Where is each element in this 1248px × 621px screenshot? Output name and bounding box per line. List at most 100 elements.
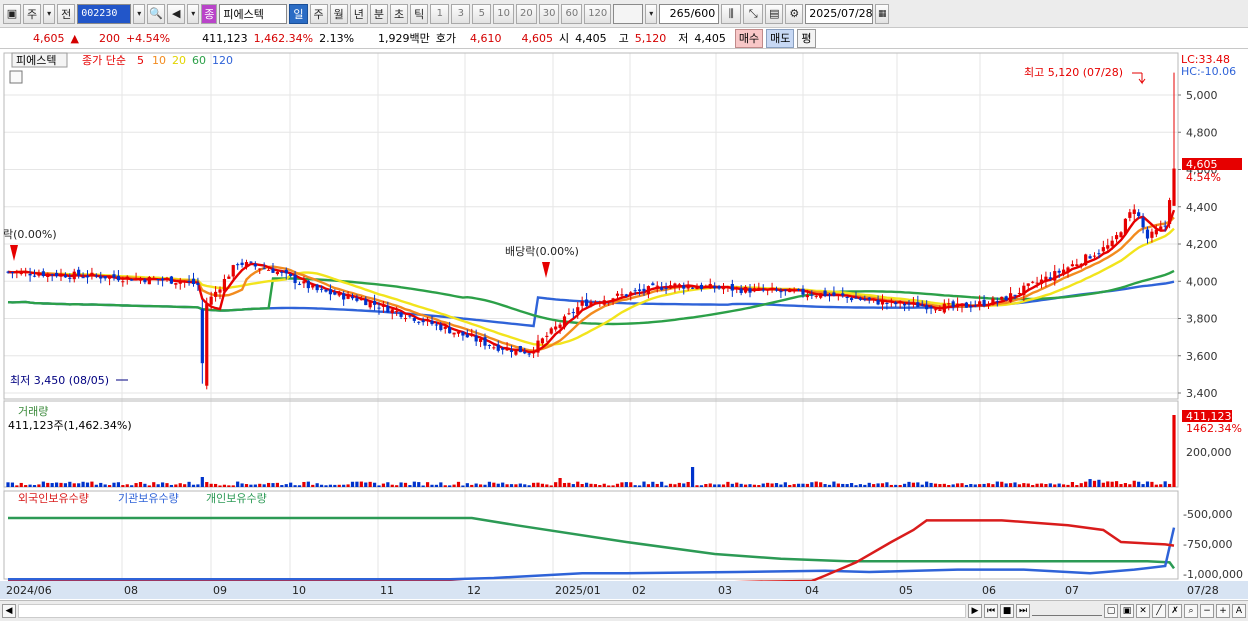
candle-body bbox=[964, 302, 969, 308]
plus-icon[interactable]: + bbox=[1216, 604, 1230, 618]
code-dropdown-icon[interactable]: ▾ bbox=[133, 3, 146, 24]
volume-bar bbox=[1026, 483, 1030, 487]
candle-body bbox=[783, 289, 787, 291]
volume-bar bbox=[191, 484, 196, 487]
count-input[interactable]: 265/600 bbox=[659, 3, 720, 24]
sell-button[interactable]: 매도 bbox=[766, 28, 795, 48]
period-minute[interactable]: 분 bbox=[369, 3, 388, 24]
gear-icon[interactable]: ⚙ bbox=[785, 3, 804, 24]
stock-name-field[interactable]: 피에스텍 bbox=[219, 3, 288, 24]
buy-button[interactable]: 매수 bbox=[734, 28, 764, 48]
candle-body bbox=[788, 288, 792, 293]
calendar-icon[interactable]: ▦ bbox=[875, 3, 890, 24]
speaker-icon[interactable]: ◀ bbox=[167, 3, 186, 24]
tab-main[interactable]: 주 bbox=[23, 3, 42, 24]
candle-body bbox=[1154, 229, 1158, 235]
tile-icon[interactable]: ▢ bbox=[1104, 604, 1118, 618]
interval-custom-input[interactable] bbox=[613, 3, 644, 24]
candle-body bbox=[59, 273, 63, 277]
search-icon[interactable]: 🔍 bbox=[147, 3, 166, 24]
scroll-left-icon[interactable]: ◀ bbox=[2, 604, 16, 618]
volume-bar bbox=[991, 484, 995, 487]
volume-bar bbox=[978, 484, 982, 487]
candle-body bbox=[916, 302, 920, 308]
interval-20[interactable]: 20 bbox=[515, 3, 537, 24]
interval-10[interactable]: 10 bbox=[493, 3, 514, 24]
line-icon[interactable]: ╱ bbox=[1152, 604, 1166, 618]
volume-tick-label: 200,000 bbox=[1186, 446, 1232, 459]
period-day[interactable]: 일 bbox=[289, 3, 308, 24]
candle-body bbox=[704, 286, 708, 288]
period-month[interactable]: 월 bbox=[329, 3, 348, 24]
volume-bar bbox=[933, 483, 938, 487]
interval-dropdown-icon[interactable]: ▾ bbox=[645, 3, 658, 24]
volume-bar bbox=[593, 484, 598, 487]
minus-icon[interactable]: − bbox=[1200, 604, 1214, 618]
candle-body bbox=[660, 287, 664, 290]
volume-bar bbox=[792, 484, 796, 487]
interval-120[interactable]: 120 bbox=[584, 3, 612, 24]
volume-bar bbox=[730, 483, 734, 487]
interval-1[interactable]: 1 bbox=[430, 3, 450, 24]
volume-bar bbox=[302, 481, 306, 487]
candle-body bbox=[461, 331, 465, 336]
interval-60[interactable]: 60 bbox=[561, 3, 583, 24]
candle-body bbox=[1017, 292, 1022, 294]
eval-button[interactable]: 평 bbox=[797, 28, 816, 48]
nav-arrows-icon[interactable]: ▾ bbox=[187, 3, 200, 24]
scroll-track[interactable] bbox=[18, 604, 966, 618]
volume-bar bbox=[1119, 484, 1123, 487]
volume-bar bbox=[757, 485, 761, 487]
tab-prev[interactable]: 전 bbox=[57, 3, 76, 24]
candle-body bbox=[258, 268, 262, 270]
inst-holding-label: 기관보유수량 bbox=[118, 492, 179, 505]
volume-bar bbox=[439, 482, 443, 487]
date-input[interactable]: 2025/07/28 bbox=[805, 3, 874, 24]
volume-bar bbox=[1106, 481, 1110, 487]
volume-bar bbox=[218, 485, 222, 487]
candle-type-icon[interactable]: ⫼ bbox=[721, 3, 742, 24]
first-icon[interactable]: ⏮ bbox=[984, 604, 998, 618]
candle-body bbox=[1044, 276, 1048, 282]
period-tick[interactable]: 틱 bbox=[410, 3, 429, 24]
candle-body bbox=[801, 288, 805, 295]
play-icon[interactable]: ⏭ bbox=[1016, 604, 1030, 618]
open-price: 4,405 bbox=[575, 31, 607, 45]
volume-bar bbox=[280, 485, 284, 487]
period-second[interactable]: 초 bbox=[390, 3, 409, 24]
chart-area[interactable]: 5,0004,8004,6004,4004,2004,0003,8003,600… bbox=[0, 49, 1248, 600]
volume-bar bbox=[152, 482, 156, 487]
chevron-down-icon[interactable]: ▾ bbox=[43, 3, 56, 24]
magnify-icon[interactable]: ⌕ bbox=[1184, 604, 1198, 618]
period-week[interactable]: 주 bbox=[309, 3, 328, 24]
table-icon[interactable] bbox=[9, 70, 23, 84]
interval-5[interactable]: 5 bbox=[472, 3, 492, 24]
save-icon[interactable]: ▤ bbox=[765, 3, 784, 24]
candle-body bbox=[920, 304, 924, 306]
volume-bar bbox=[819, 482, 823, 487]
draw-tool-icon[interactable]: ⤡ bbox=[743, 3, 764, 24]
volume-bar bbox=[986, 483, 991, 487]
high-price: 5,120 bbox=[634, 31, 667, 45]
candle-body bbox=[969, 306, 973, 308]
candle-body bbox=[664, 287, 668, 289]
volume-bar bbox=[456, 481, 461, 487]
stop-icon[interactable]: ■ bbox=[1000, 604, 1014, 618]
scroll-right-icon[interactable]: ▶ bbox=[968, 604, 982, 618]
window-layout-icon[interactable]: ▣ bbox=[3, 3, 21, 24]
split-icon[interactable]: ▣ bbox=[1120, 604, 1134, 618]
candle-body bbox=[1070, 264, 1075, 267]
interval-30[interactable]: 30 bbox=[538, 3, 560, 24]
candle-body bbox=[1150, 231, 1154, 238]
candle-body bbox=[160, 278, 165, 281]
font-icon[interactable]: A bbox=[1232, 604, 1246, 618]
interval-3[interactable]: 3 bbox=[451, 3, 471, 24]
candle-body bbox=[673, 283, 677, 288]
zoom-slider[interactable] bbox=[1032, 606, 1102, 616]
period-year[interactable]: 년 bbox=[349, 3, 368, 24]
delete-icon[interactable]: ✗ bbox=[1168, 604, 1182, 618]
candle-body bbox=[1137, 212, 1141, 217]
stock-code-input[interactable]: 002230 bbox=[77, 3, 132, 24]
cross-icon[interactable]: ✕ bbox=[1136, 604, 1150, 618]
volume-bar bbox=[130, 485, 134, 487]
